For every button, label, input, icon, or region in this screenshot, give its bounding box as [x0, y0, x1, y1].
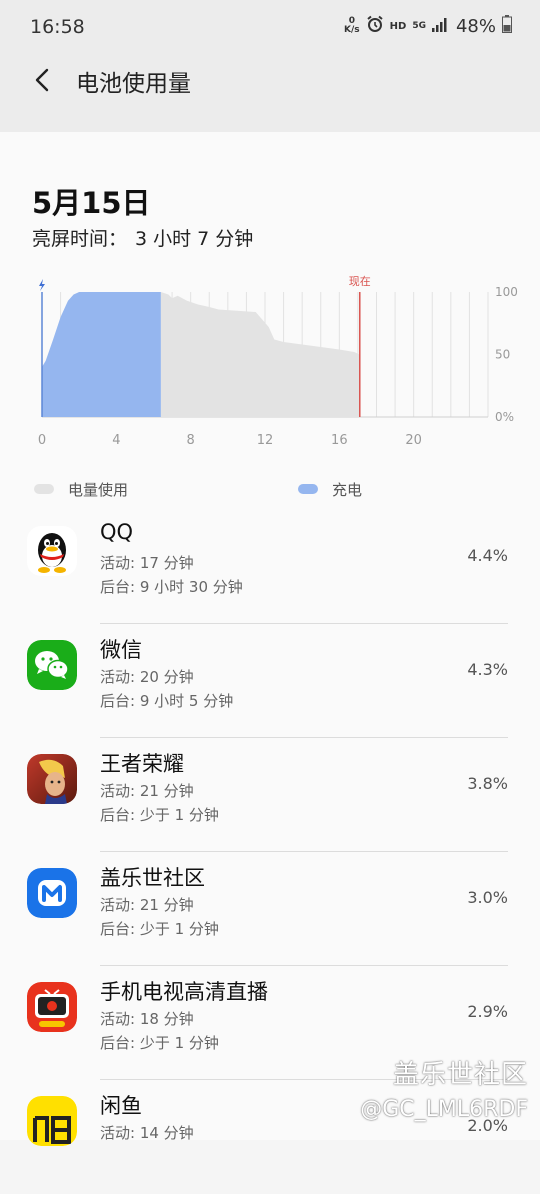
status-bar: 16:58 0 K/s HD 5G 48% — [0, 0, 540, 52]
lightning-icon — [39, 279, 45, 291]
watermark-line1: 盖乐世社区 — [392, 1060, 528, 1090]
x-tick-label: 16 — [331, 433, 348, 448]
y-tick-label: 0% — [495, 410, 514, 424]
network-type: 5G — [412, 21, 426, 31]
app-background-time: 后台: 少于 1 分钟 — [100, 920, 219, 938]
app-active-time: 活动: 21 分钟 — [100, 782, 194, 800]
app-row-qq[interactable]: QQ 活动: 17 分钟 后台: 9 小时 30 分钟 4.4% — [0, 510, 540, 624]
content: 5月15日 亮屏时间： 3 小时 7 分钟 现在 100 50 0% 0 4 8 12 16 20 … — [0, 132, 540, 1146]
screen-time: 亮屏时间： 3 小时 7 分钟 — [32, 224, 253, 251]
now-label: 现在 — [349, 275, 371, 288]
galaxy-community-icon — [27, 868, 77, 918]
net-speed-unit: K/s — [344, 25, 360, 35]
status-icons: 0 K/s HD 5G 48% — [344, 14, 512, 38]
legend-charging-swatch — [298, 484, 318, 494]
legend-usage: 电量使用 — [34, 477, 128, 501]
app-percent: 2.9% — [467, 1002, 508, 1021]
alarm-icon — [366, 15, 384, 37]
app-name: 闲鱼 — [100, 1094, 142, 1118]
app-row-honor-of-kings[interactable]: 王者荣耀 活动: 21 分钟 后台: 少于 1 分钟 3.8% — [0, 738, 540, 852]
back-arrow-icon — [35, 68, 49, 92]
app-name: 手机电视高清直播 — [100, 980, 268, 1004]
hd-label: HD — [389, 20, 407, 32]
app-percent: 3.8% — [467, 774, 508, 793]
app-row-galaxy-community[interactable]: 盖乐世社区 活动: 21 分钟 后台: 少于 1 分钟 3.0% — [0, 852, 540, 966]
qq-icon — [27, 526, 77, 576]
page-title: 电池使用量 — [76, 71, 191, 97]
battery-percent: 48% — [455, 15, 496, 37]
x-tick-label: 20 — [405, 433, 422, 448]
net-speed: 0 K/s — [344, 17, 360, 35]
app-name: 盖乐世社区 — [100, 866, 205, 890]
wechat-icon — [27, 640, 77, 690]
app-percent: 4.4% — [467, 546, 508, 565]
app-active-time: 活动: 17 分钟 — [100, 554, 194, 572]
app-name: QQ — [100, 520, 134, 544]
app-row-wechat[interactable]: 微信 活动: 20 分钟 后台: 9 小时 5 分钟 4.3% — [0, 624, 540, 738]
xianyu-icon — [27, 1096, 77, 1146]
app-background-time: 后台: 少于 1 分钟 — [100, 1034, 219, 1052]
status-time: 16:58 — [30, 16, 85, 38]
legend-charging-label: 充电 — [332, 480, 363, 499]
app-background-time: 后台: 9 小时 5 分钟 — [100, 692, 234, 710]
x-tick-label: 4 — [112, 433, 120, 448]
screen-time-value: 3 小时 7 分钟 — [135, 228, 254, 250]
app-background-time: 后台: 9 小时 30 分钟 — [100, 578, 243, 596]
app-name: 王者荣耀 — [100, 752, 184, 776]
app-percent: 4.3% — [467, 660, 508, 679]
screen-time-label: 亮屏时间： — [32, 228, 128, 250]
x-tick-label: 12 — [257, 433, 274, 448]
y-tick-label: 50 — [495, 348, 510, 362]
series-area — [42, 292, 161, 417]
back-button[interactable] — [26, 64, 60, 98]
battery-chart: 现在 100 50 0% 0 4 8 12 16 20 — [0, 267, 540, 457]
app-active-time: 活动: 21 分钟 — [100, 896, 194, 914]
legend-usage-swatch — [34, 484, 54, 494]
battery-chart-svg: 现在 100 50 0% 0 4 8 12 16 20 — [38, 275, 518, 448]
app-active-time: 活动: 18 分钟 — [100, 1010, 194, 1028]
watermark-line2: @GC_LML6RDF — [360, 1097, 528, 1122]
battery-icon — [502, 15, 512, 37]
y-tick-label: 100 — [495, 285, 518, 299]
honor-of-kings-icon — [27, 754, 77, 804]
summary-date: 5月15日 — [32, 186, 151, 220]
app-percent: 3.0% — [467, 888, 508, 907]
watermark: 盖乐世社区 @GC_LML6RDF — [360, 1054, 528, 1122]
app-active-time: 活动: 20 分钟 — [100, 668, 194, 686]
x-tick-label: 8 — [187, 433, 195, 448]
legend-usage-label: 电量使用 — [68, 480, 129, 499]
signal-icon — [431, 17, 448, 36]
app-name: 微信 — [100, 638, 142, 662]
legend-charging: 充电 — [298, 477, 362, 501]
app-background-time: 后台: 少于 1 分钟 — [100, 806, 219, 824]
series-area — [160, 292, 360, 417]
mobile-tv-icon — [27, 982, 77, 1032]
app-bar: 电池使用量 — [0, 52, 540, 132]
x-tick-label: 0 — [38, 433, 46, 448]
